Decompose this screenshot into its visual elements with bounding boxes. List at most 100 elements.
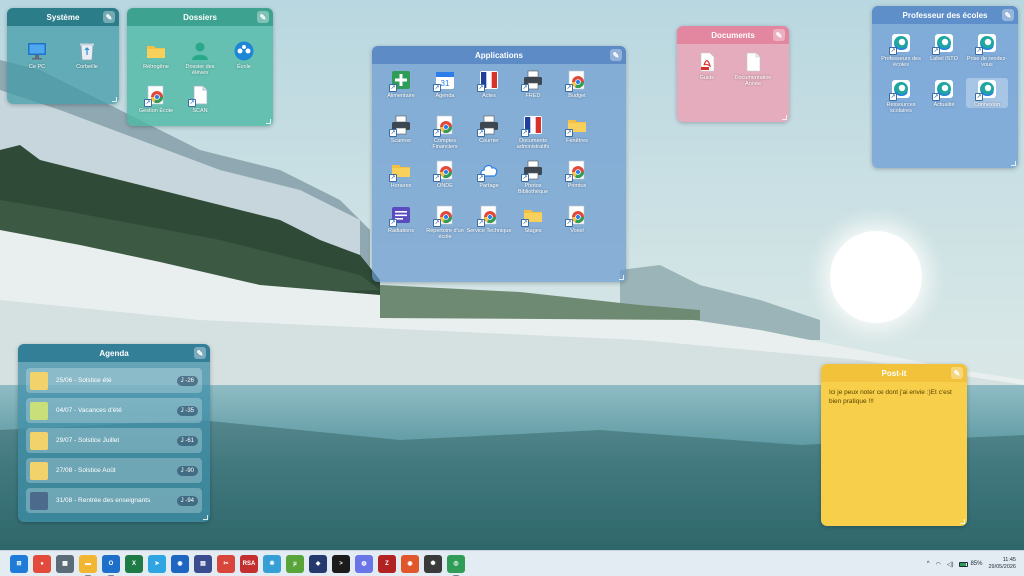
shortcut-label: Alimentaire [387,93,415,99]
shortcut-scan[interactable]: ↗ SCAN [179,84,221,114]
telegram-icon[interactable]: ➤ [148,554,166,573]
fence-header: Agenda ✎ [18,344,210,362]
snip-icon[interactable]: ✂ [217,554,235,573]
firefox-2-icon[interactable]: ◉ [401,554,419,573]
rsa-icon[interactable]: RSA [240,554,258,573]
shortcut-partage[interactable]: ↗ Partage [468,159,510,189]
app-chat-icon[interactable]: ◍ [355,554,373,573]
shortcut-actualite[interactable]: ↗ Actualité [923,78,965,108]
resize-handle[interactable] [1011,161,1016,166]
shortcut-arrow-icon: ↗ [975,47,983,55]
edit-pencil-icon[interactable]: ✎ [773,29,785,41]
shortcut-arrow-icon: ↗ [389,174,397,182]
shortcut-professeurs-des-ecoles[interactable]: ↗ Professeurs des écoles [880,32,922,68]
edit-pencil-icon[interactable]: ✎ [1002,9,1014,21]
resize-handle[interactable] [619,275,624,280]
filezilla-icon[interactable]: Z [378,554,396,573]
shortcut-scanner[interactable]: ↗ Scanner [380,114,422,144]
shortcut-voxel[interactable]: ↗ Voxel [556,204,598,234]
shortcut-repertoire-d-un-ecole[interactable]: ↗ Répertoire d'un école [424,204,466,240]
app-red-icon[interactable]: ● [33,554,51,573]
shortcut-fenetres[interactable]: ↗ Fenêtres [556,114,598,144]
monitor-icon [26,40,48,62]
shortcut-arrow-icon: ↗ [565,129,573,137]
edit-pencil-icon[interactable]: ✎ [951,367,963,379]
shortcut-agenda[interactable]: 31 ↗ Agenda [424,69,466,99]
shortcut-documentation[interactable]: Documentation Année [732,51,774,87]
shortcut-arrow-icon: ↗ [521,84,529,92]
clock[interactable]: 11:45 29/05/2026 [988,557,1016,571]
shortcut-label: Rétrogêne [143,64,169,70]
outlook-icon[interactable]: O [102,554,120,576]
shortcut-courrier[interactable]: ↗ Courrier [468,114,510,144]
resize-handle[interactable] [266,119,271,124]
utorrent-icon[interactable]: µ [286,554,304,573]
fence-systeme: Système ✎ Ce PC Corbeille [7,8,119,104]
shortcut-ecole[interactable]: École [223,40,265,70]
shortcut-stages[interactable]: ↗ Stages [512,204,554,234]
shortcut-guide[interactable]: Guide [686,51,728,81]
calendar-icon: 31 ↗ [433,69,456,92]
fence-icon-grid: ↗ Professeurs des écoles ↗ Label ISTO ↗ Prise… [872,24,1018,168]
shortcut-label-isto[interactable]: ↗ Label ISTO [923,32,965,62]
excel-icon[interactable]: X [125,554,143,573]
agenda-event-row[interactable]: 04/07 - Vacances d'été J -35 [26,398,202,423]
file-explorer-icon[interactable]: ▬ [79,554,97,576]
shortcut-horaires[interactable]: ↗ Horaires [380,159,422,189]
shortcut-comptes-financiers[interactable]: ↗ Comptes Financiers [424,114,466,150]
shortcut-actes[interactable]: ↗ Actes [468,69,510,99]
file-icon: ↗ [188,84,211,107]
agenda-event-row[interactable]: 27/08 - Solstice Août J -90 [26,458,202,483]
resize-handle[interactable] [203,515,208,520]
edit-pencil-icon[interactable]: ✎ [257,11,269,23]
volume-icon[interactable]: ◁) [947,561,954,568]
sticky-note-text[interactable]: Ici je peux noter ce dont j'ai envie :)E… [829,388,959,406]
edit-pencil-icon[interactable]: ✎ [610,49,622,61]
shortcut-arrow-icon: ↗ [477,219,485,227]
svg-text:31: 31 [441,79,450,88]
windows-start-icon[interactable]: ⊞ [10,554,28,573]
edit-pencil-icon[interactable]: ✎ [194,347,206,359]
shortcut-fred[interactable]: ↗ FRED [512,69,554,99]
shortcut-onde[interactable]: ↗ ONDE [424,159,466,189]
app-dark-blue-icon[interactable]: ◆ [309,554,327,573]
shortcut-documents-administratifs[interactable]: ↗ Documents administratifs [512,114,554,150]
shortcut-label: Connexion [973,102,1001,108]
agenda-event-row[interactable]: 31/08 - Rentrée des enseignants J -94 [26,488,202,513]
edit-pencil-icon[interactable]: ✎ [103,11,115,23]
folder-icon: ↗ [521,204,544,227]
shortcut-budget[interactable]: ↗ Budget [556,69,598,99]
terminal-icon[interactable]: > [332,554,350,573]
resize-handle[interactable] [960,519,965,524]
shortcut-retrogene[interactable]: Rétrogêne [135,40,177,70]
chrome-icon[interactable]: ◎ [447,554,465,576]
chatgpt-icon[interactable]: ✺ [424,554,442,573]
agenda-event-row[interactable]: 29/07 - Solstice Juillet J -61 [26,428,202,453]
pinwheel-icon[interactable]: ✱ [263,554,281,573]
resize-handle[interactable] [782,115,787,120]
shortcut-corbeille[interactable]: Corbeille [66,40,108,70]
shortcut-alimentaire[interactable]: ↗ Alimentaire [380,69,422,99]
clock-time: 11:45 [1002,557,1016,563]
shortcut-gestion-ecole[interactable]: ↗ Gestion École [135,84,177,114]
chevron-up-icon[interactable]: ^ [927,561,930,567]
shortcut-service-technique[interactable]: ↗ Service Technique [467,204,511,234]
agenda-event-row[interactable]: 25/06 - Solstice été J -26 [26,368,202,393]
shortcut-photos-bibliotheque[interactable]: ↗ Photos Bibliothèque [512,159,554,195]
calculator-icon[interactable]: ▦ [56,554,74,573]
fence-header: Post-it ✎ [821,364,967,382]
shortcut-dossier-eleves[interactable]: Dossier des élèves [179,40,221,76]
app-doc-icon[interactable]: ▤ [194,554,212,573]
shortcut-ce-pc[interactable]: Ce PC [16,40,58,70]
shortcut-primtux[interactable]: ↗ Primtux [556,159,598,189]
battery-icon[interactable]: 85% [959,561,982,567]
shortcut-ressources-scolaires[interactable]: ↗ Ressources scolaires [880,78,922,114]
shortcut-prise-de-rendez-vous[interactable]: ↗ Prise de rendez-vous [966,32,1008,68]
wifi-icon[interactable]: ◠ [936,561,941,568]
firefox-icon[interactable]: ◉ [171,554,189,573]
shortcut-radiations[interactable]: ↗ Radiations [380,204,422,234]
resize-handle[interactable] [112,97,117,102]
shortcut-label: Agenda [435,93,455,99]
shortcut-label: Corbeille [76,64,98,70]
shortcut-connexion[interactable]: ↗ Connexion [966,78,1008,108]
